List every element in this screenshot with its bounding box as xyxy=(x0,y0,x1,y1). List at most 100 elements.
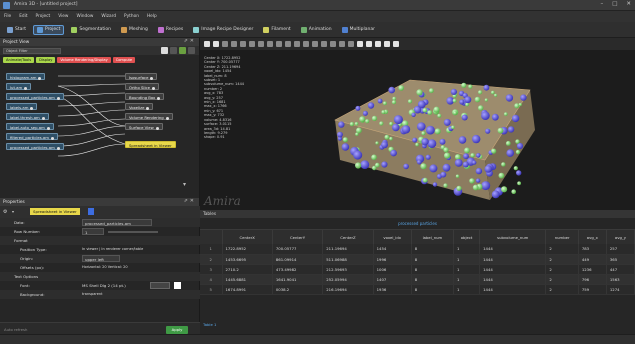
table-cell[interactable]: 2 xyxy=(200,254,223,265)
table-row[interactable]: 1 1722.8952 700.05777 211.19694 1454 8 1 1444 2 7… xyxy=(200,244,635,255)
node-processed-particles[interactable]: processed_particles.am xyxy=(6,93,64,100)
menu-help[interactable]: Help xyxy=(147,14,157,19)
layout-grid-icon[interactable] xyxy=(384,41,390,47)
row-number-slider[interactable] xyxy=(108,231,158,233)
column-header[interactable] xyxy=(200,230,223,244)
table-cell[interactable]: 1444 xyxy=(479,244,547,255)
column-header[interactable]: number xyxy=(545,230,579,244)
table-cell[interactable]: 211.19694 xyxy=(322,244,374,255)
column-header[interactable]: label_num xyxy=(411,230,455,244)
table-cell[interactable]: 473.49982 xyxy=(272,264,324,275)
table-cell[interactable]: 1444 xyxy=(479,254,547,265)
scroll-down-icon[interactable]: ▾ xyxy=(183,181,186,188)
table-cell[interactable]: 1454 xyxy=(373,244,412,255)
selected-module-badge[interactable]: Spreadsheet in Viewer xyxy=(30,208,80,215)
menu-window[interactable]: Window xyxy=(76,14,93,19)
table-cell[interactable]: 447 xyxy=(606,264,635,275)
table-cell[interactable]: 1 xyxy=(200,244,223,255)
column-header[interactable]: subvolume_num xyxy=(479,230,547,244)
close-button[interactable]: ✕ xyxy=(626,1,631,7)
table-cell[interactable]: 783 xyxy=(578,244,607,255)
node-volume-rendering[interactable]: Volume Rendering xyxy=(125,113,173,120)
table-tab[interactable]: processed particles xyxy=(200,218,635,230)
maximize-button[interactable]: □ xyxy=(612,1,617,7)
table-cell[interactable]: 8 xyxy=(411,244,455,255)
snapshot-icon[interactable] xyxy=(348,41,354,47)
background-value[interactable]: transparent xyxy=(82,290,102,299)
menu-project[interactable]: Project xyxy=(36,14,51,19)
table-cell[interactable]: 2 xyxy=(545,274,579,285)
node-processed-particles-2[interactable]: processed_particles.am xyxy=(6,143,64,150)
column-header[interactable]: CenterY xyxy=(272,230,324,244)
table-cell[interactable]: 1996 xyxy=(373,254,412,265)
node-label-thresh[interactable]: label.thresh.am xyxy=(6,113,49,120)
table-cell[interactable]: 1274 xyxy=(606,284,635,295)
menu-wizard[interactable]: Wizard xyxy=(101,14,116,19)
workroom-segmentation[interactable]: Segmentation xyxy=(68,25,114,35)
panel-controls[interactable]: ⇗✕ xyxy=(184,38,196,44)
table-cell[interactable]: 5 xyxy=(200,284,223,295)
3d-viewer[interactable]: Center X: 1722.8952 Center Y: 700.05777 … xyxy=(200,50,635,210)
rotate-icon[interactable] xyxy=(240,41,246,47)
table-cell[interactable]: 1 xyxy=(453,284,481,295)
table-cell[interactable]: 1006 xyxy=(373,264,412,275)
table-cell[interactable]: 1453.6695 xyxy=(222,254,273,265)
table-cell[interactable]: 3 xyxy=(200,264,223,275)
node-spreadsheet-in-viewer[interactable]: Spreadsheet in Viewer xyxy=(125,141,176,148)
table-cell[interactable]: 759 xyxy=(578,284,607,295)
node-histogram[interactable]: histogram.am xyxy=(6,73,46,80)
table-cell[interactable]: 1722.8952 xyxy=(222,244,273,255)
table-cell[interactable]: 2 xyxy=(545,284,579,295)
table-cell[interactable]: 2 xyxy=(545,244,579,255)
table-cell[interactable]: 700.05777 xyxy=(272,244,324,255)
table-cell[interactable]: 1 xyxy=(453,264,481,275)
add-object-icon[interactable] xyxy=(179,47,186,54)
node-filtered-particles[interactable]: filtered_particles.am xyxy=(6,133,58,140)
table-row[interactable]: 5 1674.8991 0038.2 216.19694 1936 8 1 1444 2 759 1… xyxy=(200,284,635,295)
tag-display[interactable]: Display xyxy=(36,57,56,63)
table-cell[interactable]: 8 xyxy=(411,264,455,275)
view-y-icon[interactable] xyxy=(321,41,327,47)
table-row[interactable]: 2 1453.6695 861.09914 511.06988 1996 8 1 1444 2 4… xyxy=(200,254,635,265)
column-header[interactable]: avg_x xyxy=(578,230,607,244)
node-voxelize[interactable]: Voxelize xyxy=(125,103,154,110)
workroom-project[interactable]: Project xyxy=(33,24,65,35)
font-select-button[interactable] xyxy=(150,282,170,289)
table-cell[interactable]: 212.59693 xyxy=(322,264,374,275)
origin-select[interactable]: upper left xyxy=(82,255,120,262)
trackball-icon[interactable] xyxy=(213,41,219,47)
row-number-input[interactable]: 1 xyxy=(82,228,104,235)
measure-icon[interactable] xyxy=(249,41,255,47)
column-header[interactable]: avg_y xyxy=(606,230,635,244)
fullscreen-icon[interactable] xyxy=(393,41,399,47)
home-view-icon[interactable] xyxy=(267,41,273,47)
node-label-auto-sep[interactable]: label.auto_sep.am xyxy=(6,123,54,130)
table-cell[interactable]: 1236 xyxy=(578,264,607,275)
layout-four-icon[interactable] xyxy=(375,41,381,47)
menu-file[interactable]: File xyxy=(4,14,11,19)
table-cell[interactable]: 1407 xyxy=(373,274,412,285)
offsets-inputs[interactable]: Horizontal: 20 Vertical: 20 xyxy=(82,263,128,272)
cursor-icon[interactable] xyxy=(161,47,168,54)
table-cell[interactable]: 8 xyxy=(411,274,455,285)
table-cell[interactable]: 1674.8991 xyxy=(222,284,273,295)
workroom-recipes[interactable]: Recipes xyxy=(155,25,186,35)
tag-animate-tools[interactable]: Animate/Tools xyxy=(3,57,35,63)
node-lut[interactable]: lut.am xyxy=(6,83,32,90)
view-z-icon[interactable] xyxy=(330,41,336,47)
table-cell[interactable]: 1444 xyxy=(479,264,547,275)
node-ortho-slice[interactable]: Ortho Slice xyxy=(125,83,159,90)
table-cell[interactable]: 1563 xyxy=(606,274,635,285)
layout-single-icon[interactable] xyxy=(357,41,363,47)
table-cell[interactable]: 1641.9041 xyxy=(272,274,324,285)
table-cell[interactable]: 4 xyxy=(200,274,223,285)
table-row[interactable]: 3 2710.2 473.49982 212.59693 1006 8 1 1444 2 1236… xyxy=(200,264,635,275)
column-header[interactable]: object xyxy=(453,230,481,244)
panel-controls[interactable]: ⇗✕ xyxy=(184,198,196,204)
view-x-icon[interactable] xyxy=(312,41,318,47)
table-cell[interactable]: 2 xyxy=(545,264,579,275)
perspective-icon[interactable] xyxy=(303,41,309,47)
node-surface-view[interactable]: Surface View xyxy=(125,123,163,130)
view-all-icon[interactable] xyxy=(285,41,291,47)
data-select[interactable]: processed_particles.am xyxy=(82,219,152,226)
